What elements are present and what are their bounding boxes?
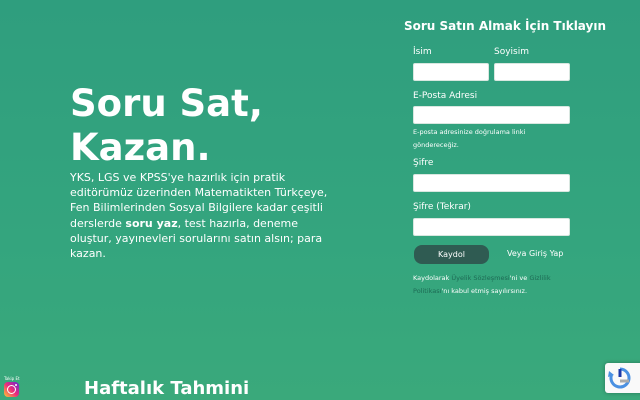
email-input[interactable]: [413, 106, 570, 124]
first-name-input[interactable]: [413, 63, 489, 81]
last-name-input[interactable]: [494, 63, 570, 81]
hero-desc-bold: soru yaz: [125, 216, 178, 230]
hero-title-line1: Soru Sat,: [70, 82, 263, 125]
register-button[interactable]: Kaydol: [414, 245, 489, 264]
weekly-title: Haftalık Tahmini: [84, 378, 250, 399]
password-input[interactable]: [413, 174, 570, 192]
terms-mid: 'ni ve: [509, 274, 530, 282]
terms-text: Kaydolarak Üyelik Sözleşmesi'ni ve Gizli…: [413, 272, 573, 297]
follow-label: Takip Et: [4, 376, 20, 381]
instagram-icon[interactable]: [4, 382, 19, 397]
first-name-label: İsim: [413, 47, 432, 57]
email-hint: E-posta adresinize doğrulama linki gönde…: [413, 128, 526, 149]
login-link[interactable]: Veya Giriş Yap: [507, 249, 563, 258]
form-title: Soru Satın Almak İçin Tıklayın: [404, 19, 607, 33]
password-repeat-input[interactable]: [413, 218, 570, 236]
last-name-label: Soyisim: [494, 47, 530, 57]
hero-title-line2: Kazan.: [70, 126, 211, 169]
password-repeat-label: Şifre (Tekrar): [413, 202, 471, 212]
terms-post: 'nı kabul etmiş sayılırsınız.: [441, 286, 528, 295]
membership-agreement-link[interactable]: Üyelik Sözleşmesi: [451, 274, 509, 282]
terms-pre: Kaydolarak: [413, 274, 452, 282]
hero-title: Soru Sat, Kazan.: [70, 82, 330, 170]
email-label: E-Posta Adresi: [413, 91, 478, 101]
hero-description: YKS, LGS ve KPSS'ye hazırlık için pratik…: [70, 170, 340, 261]
recaptcha-icon[interactable]: [605, 363, 640, 393]
password-label: Şifre: [413, 158, 434, 168]
